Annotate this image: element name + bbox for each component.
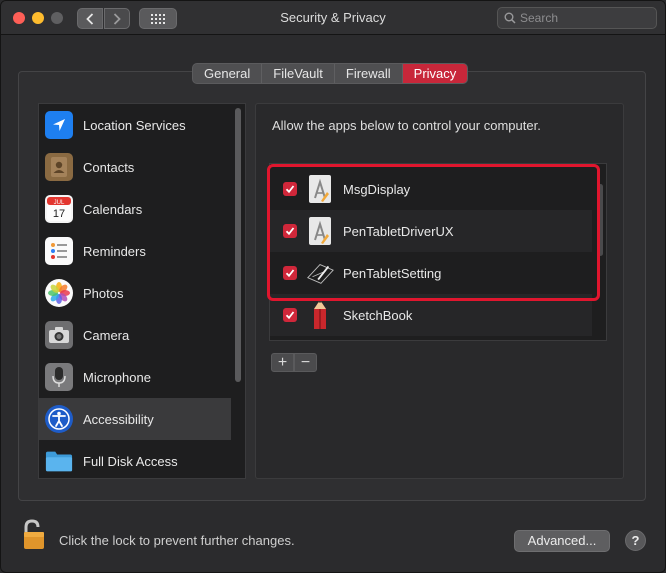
sidebar-item-label: Contacts xyxy=(83,159,135,175)
app-checkbox[interactable] xyxy=(283,224,297,238)
lock-status-text: Click the lock to prevent further change… xyxy=(59,533,295,548)
sidebar-item-label: Location Services xyxy=(83,117,186,133)
sidebar-item-full-disk-access[interactable]: Full Disk Access xyxy=(39,440,231,478)
app-name: PenTabletSetting xyxy=(343,265,442,281)
list-item-sketchbook[interactable]: SketchBook xyxy=(270,294,592,336)
sidebar-item-contacts[interactable]: Contacts xyxy=(39,146,231,188)
sidebar-item-label: Full Disk Access xyxy=(83,453,178,469)
search-field[interactable] xyxy=(497,7,657,29)
advanced-button[interactable]: Advanced... xyxy=(514,530,610,552)
app-list: MsgDisplay PenTabletDriverUX PenTabletSe… xyxy=(269,163,607,341)
app-checkbox[interactable] xyxy=(283,182,297,196)
contacts-book-icon xyxy=(45,153,73,181)
sidebar-scrollbar[interactable] xyxy=(235,108,241,382)
app-checkbox[interactable] xyxy=(283,266,297,280)
sidebar-item-location-services[interactable]: Location Services xyxy=(39,104,231,146)
search-icon xyxy=(504,12,516,24)
pen-tablet-icon xyxy=(305,258,335,288)
generic-app-icon xyxy=(305,174,335,204)
sidebar-item-label: Accessibility xyxy=(83,411,154,427)
tab-bar: General FileVault Firewall Privacy xyxy=(192,63,469,84)
list-item-pentabletsetting[interactable]: PenTabletSetting xyxy=(270,252,592,294)
search-input[interactable] xyxy=(520,10,652,26)
generic-app-icon xyxy=(305,216,335,246)
sidebar-item-label: Camera xyxy=(83,327,130,343)
tab-filevault[interactable]: FileVault xyxy=(262,64,335,83)
security-privacy-window: Security & Privacy General FileVault Fir… xyxy=(0,0,666,573)
sidebar-item-reminders[interactable]: Reminders xyxy=(39,230,231,272)
checkmark-icon xyxy=(285,269,295,278)
tab-privacy[interactable]: Privacy xyxy=(402,64,468,83)
list-item-msgdisplay[interactable]: MsgDisplay xyxy=(270,168,592,210)
app-checkbox[interactable] xyxy=(283,308,297,322)
app-name: SketchBook xyxy=(343,307,413,323)
calendar-icon-day: 17 xyxy=(53,208,65,220)
tab-general[interactable]: General xyxy=(193,64,263,83)
calendar-icon: JUL 17 xyxy=(45,195,73,223)
privacy-category-list: Location Services Contacts JUL 17 Calend… xyxy=(38,103,246,479)
app-name: MsgDisplay xyxy=(343,181,411,197)
checkmark-icon xyxy=(285,311,295,320)
sidebar-item-photos[interactable]: Photos xyxy=(39,272,231,314)
sidebar-item-label: Microphone xyxy=(83,369,151,385)
sidebar-item-accessibility[interactable]: Accessibility xyxy=(39,398,231,440)
camera-icon xyxy=(45,321,73,349)
lock-icon[interactable] xyxy=(21,519,47,556)
checkmark-icon xyxy=(285,227,295,236)
app-list-scrollbar[interactable] xyxy=(598,184,603,256)
photos-flower-icon xyxy=(45,279,73,307)
list-item-pentabletdriverux[interactable]: PenTabletDriverUX xyxy=(270,210,592,252)
sidebar-item-label: Calendars xyxy=(83,201,143,217)
sidebar-item-calendars[interactable]: JUL 17 Calendars xyxy=(39,188,231,230)
reminders-list-icon xyxy=(45,237,73,265)
tab-firewall[interactable]: Firewall xyxy=(335,64,403,83)
add-app-button[interactable]: + xyxy=(271,353,294,372)
remove-app-button[interactable]: − xyxy=(294,353,317,372)
sidebar-item-camera[interactable]: Camera xyxy=(39,314,231,356)
sidebar-item-label: Reminders xyxy=(83,243,146,259)
calendar-icon-month: JUL xyxy=(54,200,65,206)
sidebar-item-label: Photos xyxy=(83,285,124,301)
instruction-text: Allow the apps below to control your com… xyxy=(272,118,541,133)
help-button[interactable]: ? xyxy=(625,530,646,551)
title-bar: Security & Privacy xyxy=(1,1,665,35)
folder-icon xyxy=(45,447,73,475)
location-arrow-icon xyxy=(45,111,73,139)
accessibility-icon xyxy=(45,405,73,433)
app-name: PenTabletDriverUX xyxy=(343,223,454,239)
pencil-app-icon xyxy=(305,300,335,330)
microphone-icon xyxy=(45,363,73,391)
checkmark-icon xyxy=(285,185,295,194)
sidebar-item-microphone[interactable]: Microphone xyxy=(39,356,231,398)
